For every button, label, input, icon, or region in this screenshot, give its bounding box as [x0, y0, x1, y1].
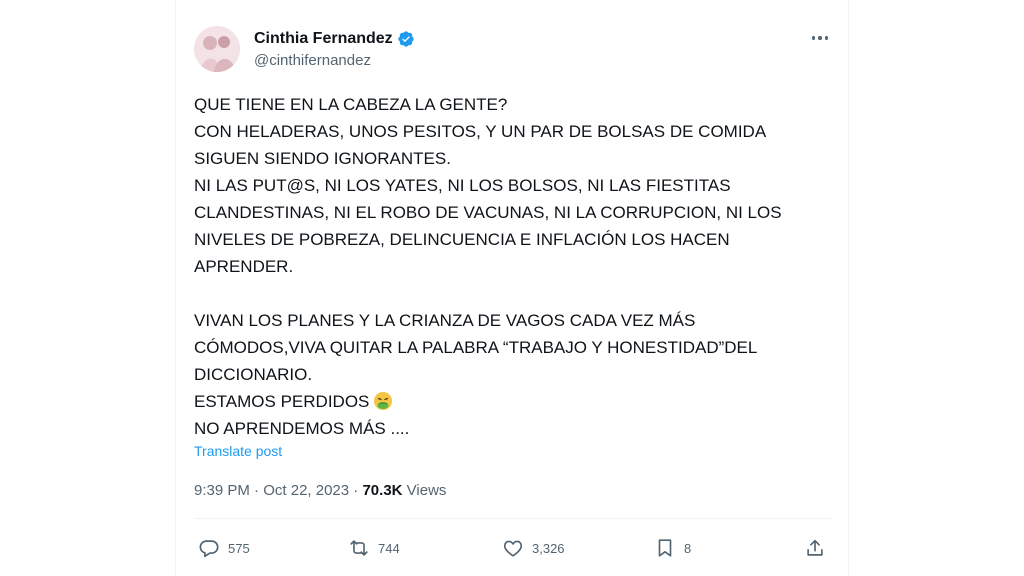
tweet-line: NIVELES DE POBREZA, DELINCUENCIA E INFLA… — [194, 230, 730, 249]
bookmark-count: 8 — [684, 540, 692, 556]
author-name[interactable]: Cinthia Fernandez — [254, 30, 415, 48]
tweet-time[interactable]: 9:39 PM — [194, 482, 250, 499]
tweet-text: QUE TIENE EN LA CABEZA LA GENTE? CON HEL… — [194, 91, 834, 442]
tweet-line: DICCIONARIO. — [194, 365, 313, 384]
like-icon — [503, 540, 523, 557]
repost-icon — [350, 540, 368, 556]
translate-post-link[interactable]: Translate post — [194, 443, 282, 459]
reply-button[interactable]: 575 — [198, 534, 250, 562]
like-button[interactable]: 3,326 — [502, 534, 565, 562]
share-icon — [807, 539, 823, 556]
tweet-line: VIVAN LOS PLANES Y LA CRIANZA DE VAGOS C… — [194, 311, 696, 330]
tweet-line: NO APRENDEMOS MÁS .... — [194, 419, 410, 438]
like-count: 3,326 — [532, 540, 565, 556]
reply-icon — [199, 540, 219, 558]
author-name-text[interactable]: Cinthia Fernandez — [254, 30, 393, 48]
tweet-line: APRENDER. — [194, 257, 294, 276]
meta-separator: · — [254, 482, 260, 499]
action-bar: 575 744 3,326 8 — [176, 534, 848, 562]
verified-badge-icon — [398, 31, 414, 47]
share-button[interactable] — [804, 534, 826, 562]
bookmark-button[interactable]: 8 — [654, 534, 691, 562]
tweet-line-with-emoji: ESTAMOS PERDIDOS — [194, 388, 834, 415]
tweet-card: Cinthia Fernandez @cinthifernandez QUE T… — [176, 0, 848, 576]
tweet-line: CLANDESTINAS, NI EL ROBO DE VACUNAS, NI … — [194, 203, 782, 222]
tweet-line: NI LAS PUT@S, NI LOS YATES, NI LOS BOLSO… — [194, 176, 731, 195]
divider — [194, 518, 832, 519]
meta-separator: · — [353, 482, 359, 499]
tweet-line: ESTAMOS PERDIDOS — [194, 392, 370, 411]
avatar[interactable] — [194, 26, 240, 72]
tweet-line: SIGUEN SIENDO IGNORANTES. — [194, 149, 451, 168]
tweet-line: CÓMODOS,VIVA QUITAR LA PALABRA “TRABAJO … — [194, 338, 758, 357]
tweet-meta: 9:39 PM · Oct 22, 2023 · 70.3K Views — [194, 482, 446, 499]
reply-count: 575 — [228, 540, 250, 556]
repost-button[interactable]: 744 — [348, 534, 400, 562]
tweet-date[interactable]: Oct 22, 2023 — [263, 482, 349, 499]
views-label: Views — [406, 482, 447, 499]
tweet-line: QUE TIENE EN LA CABEZA LA GENTE? — [194, 95, 508, 114]
views-count: 70.3K — [362, 482, 403, 499]
tweet-line: CON HELADERAS, UNOS PESITOS, Y UN PAR DE… — [194, 122, 767, 141]
avatar-image — [194, 26, 240, 72]
author-handle[interactable]: @cinthifernandez — [254, 52, 371, 69]
repost-count: 744 — [378, 540, 400, 556]
vomiting-face-emoji — [374, 392, 393, 410]
bookmark-icon — [658, 539, 672, 557]
more-options-icon[interactable] — [808, 28, 832, 48]
